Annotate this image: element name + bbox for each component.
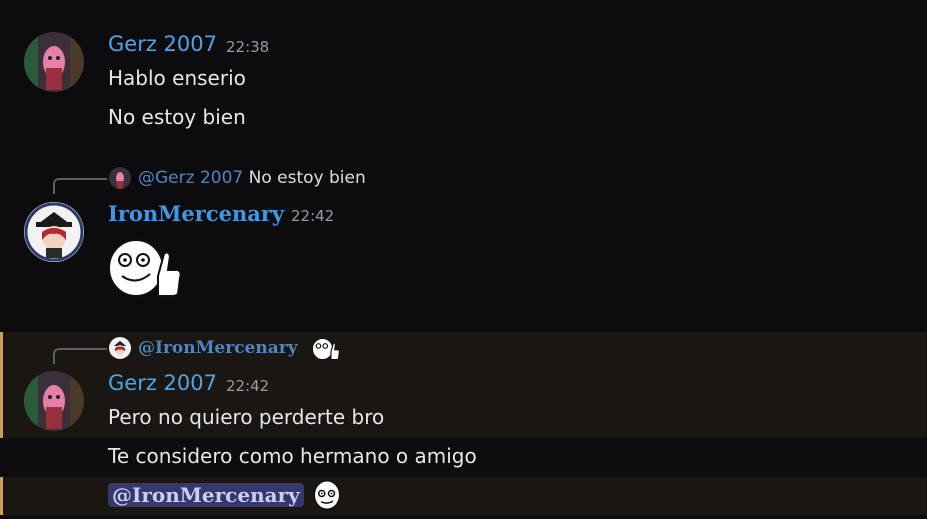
- avatar-ironmercenary-icon: [24, 202, 84, 262]
- avatar-gerz-icon: [24, 371, 84, 431]
- message-text: No estoy bien: [108, 105, 246, 129]
- avatar[interactable]: [24, 371, 84, 431]
- timestamp: 22:42: [226, 377, 270, 395]
- mention-highlight-bar-2: [0, 477, 3, 515]
- mention-highlight-bar: [0, 332, 3, 438]
- reply-avatar[interactable]: [109, 167, 131, 189]
- username[interactable]: IronMercenary: [108, 201, 284, 226]
- timestamp: 22:42: [291, 207, 335, 225]
- sticker[interactable]: [108, 238, 182, 298]
- thumbs-up-troll-face-icon: [108, 239, 182, 297]
- reply-content: No estoy bien: [248, 168, 366, 188]
- avatar[interactable]: [24, 202, 84, 262]
- reply-preview[interactable]: @Gerz 2007 No estoy bien: [138, 168, 366, 188]
- username[interactable]: Gerz 2007: [108, 371, 217, 395]
- avatar-gerz-small-icon: [109, 167, 131, 189]
- reply-username[interactable]: @Gerz 2007: [138, 168, 243, 188]
- avatar[interactable]: [24, 32, 84, 92]
- reply-username[interactable]: @IronMercenary: [138, 338, 298, 358]
- reply-avatar[interactable]: [109, 337, 131, 359]
- message-text: Pero no quiero perderte bro: [108, 405, 385, 429]
- avatar-gerz-icon: [24, 32, 84, 92]
- reply-sticker: [311, 337, 341, 361]
- user-mention[interactable]: @IronMercenary: [108, 483, 304, 507]
- message-text: Hablo enserio: [108, 66, 246, 90]
- thumbs-up-troll-face-icon: [311, 337, 341, 361]
- reply-preview[interactable]: @IronMercenary: [138, 338, 298, 358]
- reply-connector: [53, 348, 107, 364]
- avatar-ironmercenary-small-icon: [109, 337, 131, 359]
- reply-connector: [53, 178, 107, 194]
- troll-face-emoji-icon: [313, 480, 341, 510]
- message-text: Te considero como hermano o amigo: [108, 444, 477, 468]
- timestamp: 22:38: [226, 38, 270, 56]
- mention-line: @IronMercenary: [108, 480, 342, 510]
- username[interactable]: Gerz 2007: [108, 32, 217, 56]
